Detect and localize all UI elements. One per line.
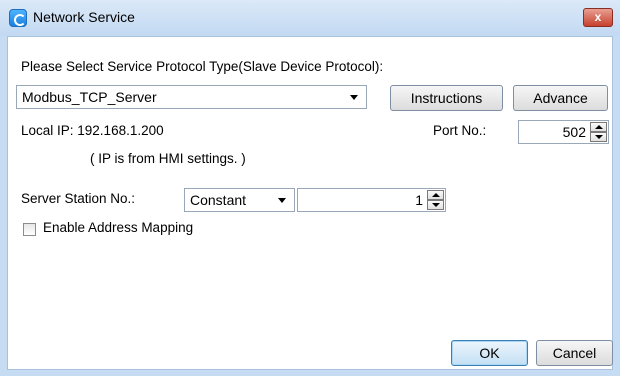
station-spin-buttons bbox=[427, 190, 444, 210]
station-stepper[interactable]: 1 bbox=[297, 188, 446, 212]
station-label: Server Station No.: bbox=[21, 191, 136, 206]
chevron-down-icon bbox=[278, 198, 286, 203]
protocol-prompt-label: Please Select Service Protocol Type(Slav… bbox=[21, 59, 384, 74]
ip-note-label: ( IP is from HMI settings. ) bbox=[90, 151, 246, 166]
station-value: 1 bbox=[415, 192, 423, 208]
port-label: Port No.: bbox=[433, 123, 487, 138]
port-value: 502 bbox=[562, 124, 586, 140]
local-ip-label: Local IP: 192.168.1.200 bbox=[21, 123, 164, 138]
increment-icon[interactable] bbox=[590, 122, 607, 132]
close-button[interactable]: x bbox=[583, 8, 613, 27]
app-icon bbox=[9, 9, 27, 27]
address-mapping-checkbox[interactable] bbox=[23, 223, 36, 236]
instructions-button[interactable]: Instructions bbox=[390, 85, 503, 111]
increment-icon[interactable] bbox=[427, 190, 444, 200]
address-mapping-label: Enable Address Mapping bbox=[43, 220, 194, 235]
ok-button[interactable]: OK bbox=[451, 340, 528, 366]
protocol-select[interactable]: Modbus_TCP_Server bbox=[16, 85, 367, 109]
protocol-select-value: Modbus_TCP_Server bbox=[22, 89, 157, 105]
decrement-icon[interactable] bbox=[427, 200, 444, 210]
advance-button[interactable]: Advance bbox=[513, 85, 608, 111]
chevron-down-icon bbox=[350, 95, 358, 100]
title-bar[interactable]: Network Service x bbox=[0, 0, 620, 36]
window-title: Network Service bbox=[33, 9, 135, 25]
station-mode-value: Constant bbox=[190, 192, 247, 208]
cancel-button[interactable]: Cancel bbox=[536, 340, 613, 366]
dialog-body: Please Select Service Protocol Type(Slav… bbox=[7, 36, 613, 370]
station-mode-select[interactable]: Constant bbox=[184, 188, 295, 212]
network-service-dialog: Network Service x Please Select Service … bbox=[0, 0, 620, 376]
port-stepper[interactable]: 502 bbox=[518, 120, 609, 144]
decrement-icon[interactable] bbox=[590, 132, 607, 142]
port-spin-buttons bbox=[590, 122, 607, 142]
